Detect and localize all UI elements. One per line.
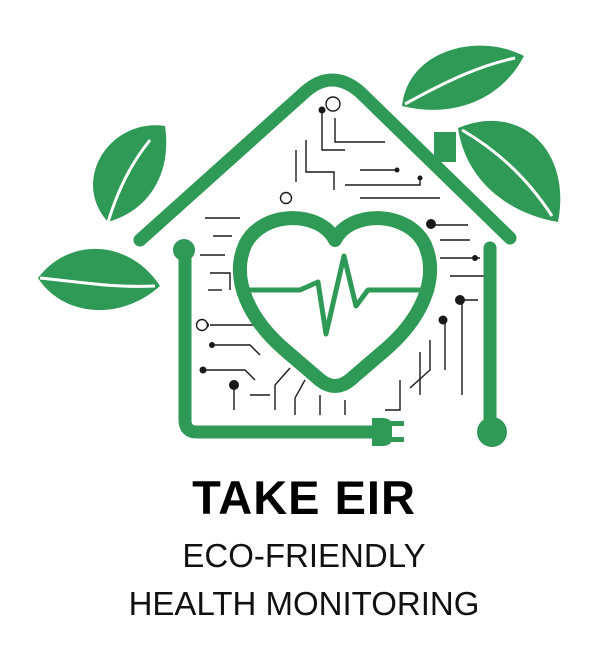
tagline-line-2: HEALTH MONITORING bbox=[128, 585, 480, 622]
logo-graphic bbox=[38, 45, 561, 447]
house-wall-end-dot bbox=[173, 239, 195, 261]
power-plug-icon bbox=[372, 418, 404, 446]
brand-title: TAKE EIR bbox=[192, 471, 416, 524]
leaf-icon bbox=[38, 45, 561, 310]
chimney-icon bbox=[434, 132, 456, 162]
house-wall-end-dot-right bbox=[477, 417, 507, 447]
tagline-line-1: ECO-FRIENDLY bbox=[182, 537, 426, 574]
